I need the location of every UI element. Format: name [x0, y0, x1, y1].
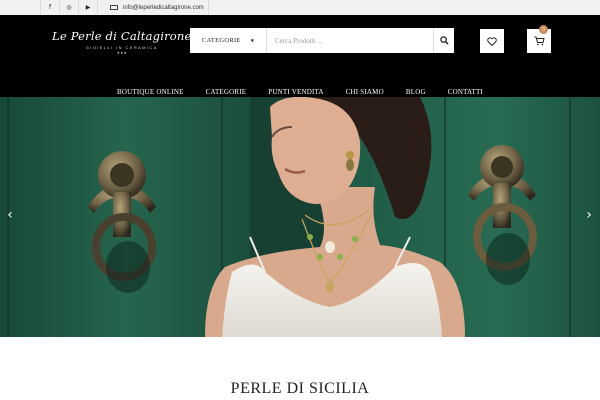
hero-slider: ‹ › — [0, 97, 600, 337]
logo-name: Le Perle di Caltagirone — [52, 29, 192, 43]
search-input[interactable] — [275, 32, 415, 49]
slider-next-button[interactable]: › — [582, 205, 596, 225]
site-header: Le Perle di Caltagirone GIOIELLI IN CERA… — [0, 15, 600, 97]
section-title: PERLE DI SICILIA — [230, 380, 370, 397]
cart-button[interactable] — [527, 29, 551, 53]
mail-icon — [110, 5, 118, 10]
email-text[interactable]: info@leperledicaltagirone.com — [123, 5, 204, 11]
cart-count-badge: 0 — [539, 25, 548, 34]
slider-prev-button[interactable]: ‹ — [3, 205, 17, 225]
heart-icon — [487, 36, 497, 46]
search-button[interactable] — [433, 28, 454, 53]
category-select[interactable]: CATEGORIE ▼ — [190, 28, 267, 53]
divider — [97, 0, 98, 15]
top-utility-bar: f ◎ ▶ info@leperledicaltagirone.com — [0, 0, 600, 15]
product-search-bar: CATEGORIE ▼ — [190, 28, 454, 53]
facebook-icon[interactable]: f — [41, 0, 59, 15]
category-select-label: CATEGORIE — [201, 37, 241, 44]
youtube-icon[interactable]: ▶ — [79, 0, 97, 15]
wishlist-button[interactable] — [480, 29, 504, 53]
email-link[interactable]: info@leperledicaltagirone.com — [110, 0, 204, 15]
logo-dots: ● ● ● — [117, 50, 127, 55]
hero-image — [0, 97, 600, 337]
search-icon — [439, 36, 449, 45]
site-logo[interactable]: Le Perle di Caltagirone GIOIELLI IN CERA… — [52, 29, 192, 55]
instagram-icon[interactable]: ◎ — [60, 0, 78, 15]
caret-down-icon: ▼ — [250, 38, 255, 43]
cart-icon — [534, 36, 545, 46]
divider — [208, 0, 209, 15]
